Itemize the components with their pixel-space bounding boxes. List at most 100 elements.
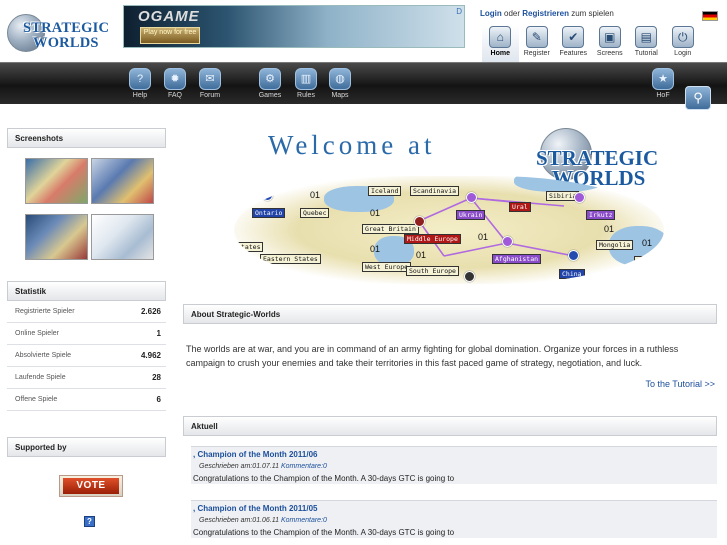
territory-label[interactable]: Iceland bbox=[368, 186, 402, 196]
territory-label[interactable]: Eastern States bbox=[260, 254, 321, 264]
territory-label[interactable]: Ukrain bbox=[456, 210, 486, 220]
territory-label[interactable]: Irkutz bbox=[586, 210, 616, 220]
territory-label[interactable]: Afghanistan bbox=[492, 254, 542, 264]
mainnav-maps[interactable]: ◍ Maps bbox=[323, 68, 357, 102]
german-flag-icon[interactable] bbox=[702, 11, 718, 21]
topnav-tutorial[interactable]: ▤ Tutorial bbox=[628, 26, 665, 62]
mainnav-faq[interactable]: ✹ FAQ bbox=[158, 68, 192, 102]
army-marker[interactable] bbox=[414, 216, 425, 227]
topnav-label: Tutorial bbox=[634, 50, 658, 57]
news-item-comments-link[interactable]: Kommentare:0 bbox=[281, 517, 327, 524]
site-logo[interactable]: STRATEGIC WORLDS bbox=[5, 8, 109, 54]
register-link[interactable]: Registrieren bbox=[522, 9, 569, 18]
territory-label[interactable]: South Europe bbox=[406, 266, 459, 276]
stat-row: Absolvierte Spiele 4.962 bbox=[7, 345, 166, 367]
army-marker[interactable] bbox=[262, 190, 273, 201]
about-text: The worlds are at war, and you are in co… bbox=[186, 344, 679, 368]
army-marker[interactable] bbox=[466, 192, 477, 203]
help-icon: ? bbox=[129, 68, 151, 90]
supported-by-panel: Supported by bbox=[7, 437, 166, 457]
star-icon: ★ bbox=[652, 68, 674, 90]
logo-text-line2: WORLDS bbox=[33, 35, 99, 51]
question-icon[interactable]: ? bbox=[84, 516, 95, 527]
home-icon: ⌂ bbox=[489, 26, 512, 48]
screenshots-title: Screenshots bbox=[7, 128, 166, 148]
topnav-home[interactable]: ⌂ Home bbox=[482, 26, 519, 62]
mainnav-label: Help bbox=[132, 92, 148, 99]
territory-label[interactable]: Ontario bbox=[252, 208, 286, 218]
pen-icon: ✎ bbox=[525, 26, 548, 48]
news-item-comments-link[interactable]: Kommentare:0 bbox=[281, 463, 327, 470]
login-bar: Login oder Registrieren zum spielen bbox=[480, 9, 724, 25]
stat-label: Absolvierte Spiele bbox=[15, 352, 72, 359]
tutorial-link[interactable]: To the Tutorial >> bbox=[645, 379, 715, 389]
territory-label[interactable]: Middle Europe bbox=[404, 234, 461, 244]
screenshot-thumbnail[interactable] bbox=[91, 214, 154, 260]
army-count: 01 bbox=[478, 232, 489, 242]
territory-label[interactable]: Japan bbox=[634, 256, 660, 266]
stat-row: Offene Spiele 6 bbox=[7, 389, 166, 411]
stat-row: Laufende Spiele 28 bbox=[7, 367, 166, 389]
search-icon[interactable]: ⚲ bbox=[685, 86, 711, 110]
login-suffix-text: zum spielen bbox=[571, 9, 614, 18]
territory-label[interactable]: Mongolia bbox=[596, 240, 634, 250]
news-item-body: Congratulations to the Champion of the M… bbox=[193, 474, 455, 483]
login-link[interactable]: Login bbox=[480, 9, 502, 18]
tutorial-icon: ▤ bbox=[635, 26, 658, 48]
news-item-meta: Geschrieben am:01.06.11 Kommentare:0 bbox=[199, 517, 327, 524]
territory-label[interactable]: West Europe bbox=[362, 262, 412, 272]
news-item-title[interactable]: , Champion of the Month 2011/06 bbox=[193, 450, 317, 459]
mainnav-hof[interactable]: ★ HoF bbox=[646, 68, 680, 102]
mainnav-help[interactable]: ? Help bbox=[123, 68, 157, 102]
news-item-meta: Geschrieben am:01.07.11 Kommentare:0 bbox=[199, 463, 327, 470]
screens-icon: ▣ bbox=[598, 26, 621, 48]
topnav-register[interactable]: ✎ Register bbox=[519, 26, 556, 62]
mainnav-forum[interactable]: ✉ Forum bbox=[193, 68, 227, 102]
territory-label[interactable]: Great Britain bbox=[362, 224, 419, 234]
topnav-label: Login bbox=[674, 50, 692, 57]
mainnav-games[interactable]: ⚙ Games bbox=[253, 68, 287, 102]
army-marker[interactable] bbox=[464, 271, 475, 282]
checklist-icon: ✔ bbox=[562, 26, 585, 48]
mainnav-rules[interactable]: ▥ Rules bbox=[289, 68, 323, 102]
army-marker[interactable] bbox=[574, 192, 585, 203]
ad-banner[interactable]: OGAME Play now for free D bbox=[123, 5, 465, 48]
games-icon: ⚙ bbox=[259, 68, 281, 90]
stat-row: Online Spieler 1 bbox=[7, 323, 166, 345]
news-item-body: Congratulations to the Champion of the M… bbox=[193, 528, 455, 537]
mainnav-label: Games bbox=[258, 92, 282, 99]
territory-label[interactable]: Ural bbox=[509, 202, 531, 212]
territory-label[interactable]: States bbox=[234, 242, 264, 252]
chat-icon: ✉ bbox=[199, 68, 221, 90]
topnav-features[interactable]: ✔ Features bbox=[555, 26, 592, 62]
ad-choices-icon[interactable]: D bbox=[456, 7, 462, 16]
territory-label[interactable]: Scandinavia bbox=[410, 186, 460, 196]
screenshot-thumbnail[interactable] bbox=[91, 158, 154, 204]
power-icon: ⏻ bbox=[671, 26, 694, 48]
army-count: 01 bbox=[604, 224, 615, 234]
news-item-title[interactable]: , Champion of the Month 2011/05 bbox=[193, 504, 317, 513]
vote-now-button[interactable]: VOTE NOW bbox=[59, 475, 123, 507]
territory-label[interactable]: Quebec bbox=[300, 208, 330, 218]
screenshot-thumbnail[interactable] bbox=[25, 158, 88, 204]
army-count: 01 bbox=[310, 190, 321, 200]
stat-value: 2.626 bbox=[140, 307, 161, 316]
top-navigation: ⌂ Home ✎ Register ✔ Features ▣ Screens ▤… bbox=[482, 26, 702, 62]
stat-row: Registrierte Spieler 2.626 bbox=[7, 301, 166, 323]
stat-value: 4.962 bbox=[140, 351, 161, 360]
army-marker[interactable] bbox=[568, 250, 579, 261]
screenshots-panel: Screenshots bbox=[7, 128, 166, 266]
banner-play-button[interactable]: Play now for free bbox=[140, 27, 200, 44]
army-count: 01 bbox=[416, 250, 427, 260]
army-count: 01 bbox=[370, 244, 381, 254]
screenshot-thumbnail[interactable] bbox=[25, 214, 88, 260]
territory-label[interactable]: China bbox=[559, 269, 585, 279]
topnav-screens[interactable]: ▣ Screens bbox=[592, 26, 629, 62]
army-count: 01 bbox=[642, 238, 653, 248]
news-title: Aktuell bbox=[183, 416, 717, 436]
army-marker[interactable] bbox=[502, 236, 513, 247]
statistics-title: Statistik bbox=[7, 281, 166, 301]
topnav-login[interactable]: ⏻ Login bbox=[665, 26, 702, 62]
stat-label: Online Spieler bbox=[15, 330, 59, 337]
mainnav-label: Forum bbox=[199, 92, 221, 99]
